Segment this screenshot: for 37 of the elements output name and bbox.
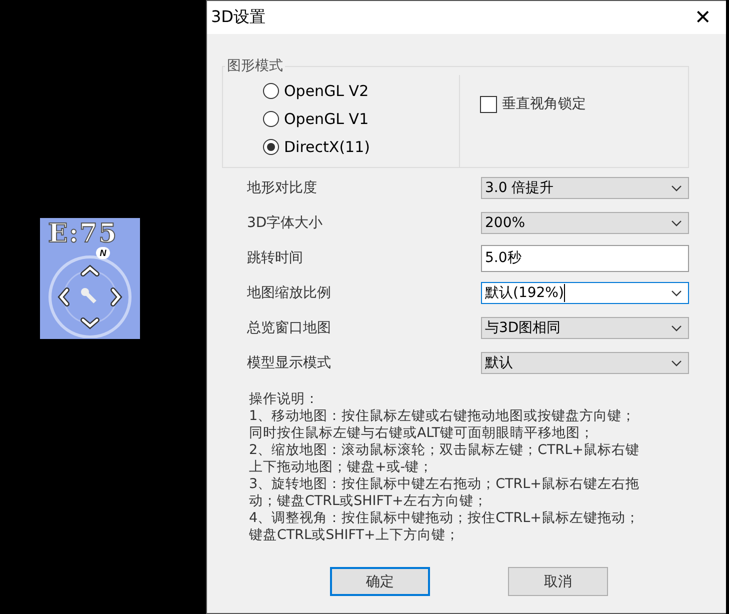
radio-option[interactable]: DirectX(11) [263,135,459,159]
instruction-text: 操作说明： [249,391,320,408]
chevron-down-icon [671,360,682,366]
instruction-text: 键盘CTRL或SHIFT+上下方向键； [249,527,460,544]
instruction-text: 4、调整视角：按住鼠标中键拖动；按住CTRL+鼠标左键拖动； [249,510,640,527]
dropdown-field[interactable]: 与3D图相同 [481,317,689,339]
ok-button[interactable]: 确定 [330,567,430,596]
group-title: 图形模式 [226,57,284,75]
chevron-down-icon [671,324,682,332]
radio-option[interactable]: OpenGL V2 [263,79,459,103]
instruction-text: 2、缩放地图：滚动鼠标滚轮；双击鼠标左键；CTRL+鼠标右键 [249,442,640,459]
vertical-lock-checkbox[interactable]: 垂直视角锁定 [480,95,586,113]
setting-label: 跳转时间 [247,249,303,267]
instruction-text: 同时按住鼠标左键与右键或ALT键可面朝眼睛平移地图； [249,425,596,442]
dropdown-field[interactable]: 默认 [481,352,689,374]
chevron-down-icon [671,290,682,296]
setting-label: 3D字体大小 [247,214,323,232]
cancel-button[interactable]: 取消 [508,567,608,596]
dropdown-field[interactable]: 默认(192%) [481,282,689,304]
heading-readout: E:75 [48,219,118,249]
chevron-down-icon [671,220,682,226]
dropdown-field[interactable]: 200% [481,212,689,234]
instruction-text: 1、移动地图：按住鼠标左键或右键拖动地图或按键盘方向键； [249,408,637,425]
input-field[interactable]: 5.0秒 [481,244,689,272]
dropdown-field[interactable]: 3.0 倍提升 [481,177,689,199]
instruction-text: 上下拖动地图；键盘+或-键； [249,459,434,476]
window-title: 3D设置 [211,7,266,28]
instruction-text: 动；键盘CTRL或SHIFT+左右方向键； [249,493,488,510]
instruction-text: 3、旋转地图：按住鼠标中键左右拖动；CTRL+鼠标右键左右拖 [249,476,640,493]
close-button[interactable]: ✕ [680,1,726,34]
north-marker: N [96,247,110,259]
setting-label: 模型显示模式 [247,354,331,372]
setting-label: 地图缩放比例 [247,284,331,302]
radio-option[interactable]: OpenGL V1 [263,107,459,131]
setting-label: 总览窗口地图 [247,319,331,337]
chevron-down-icon [671,184,682,192]
setting-label: 地形对比度 [247,179,317,197]
